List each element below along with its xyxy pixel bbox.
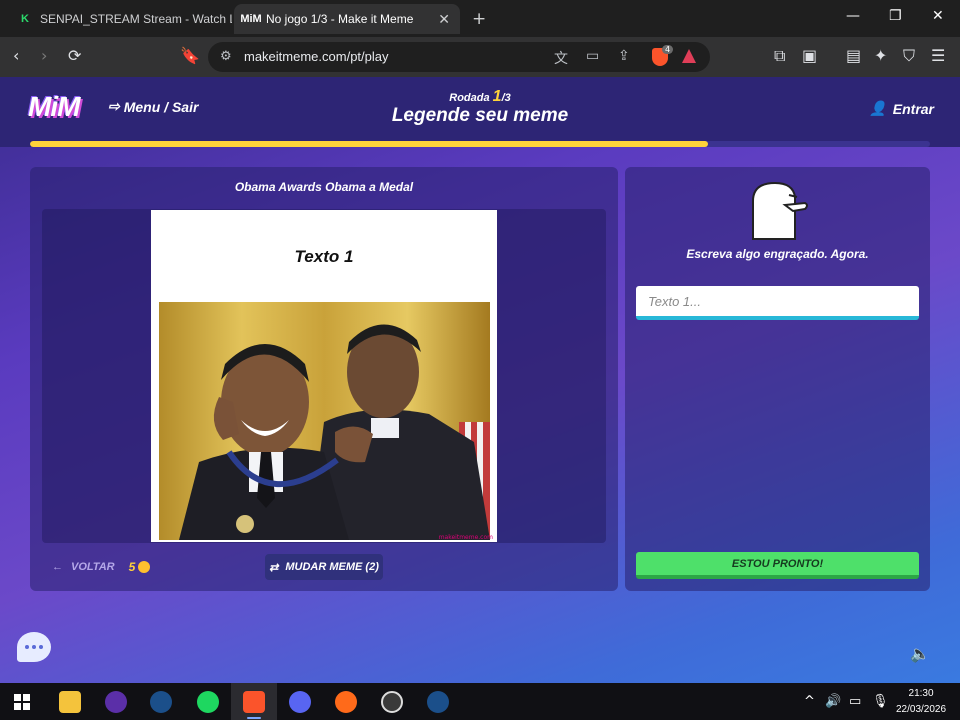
meme-panel: Obama Awards Obama a Medal Texto 1 makei… — [30, 167, 618, 591]
tab-make-it-meme[interactable]: MiM No jogo 1/3 - Make it Meme ✕ — [234, 4, 460, 34]
close-tab-icon[interactable]: ✕ — [438, 11, 450, 28]
round-timer-fill — [30, 141, 708, 147]
round-indicator: Rodada 1/3 — [0, 88, 960, 106]
meme-caption-text: Texto 1 — [294, 247, 354, 266]
round-total: /3 — [501, 92, 511, 104]
page-title: Legende seu meme — [391, 105, 569, 126]
reader-mode-icon[interactable]: ▣ — [802, 46, 817, 66]
brave-icon[interactable] — [243, 691, 265, 713]
windows-taskbar: ^ 🔊 ▭ 🎙 21:30 22/03/2026 — [0, 683, 960, 720]
app-icon[interactable] — [105, 691, 127, 713]
shield-count-badge: 4 — [662, 45, 674, 54]
round-current: 1 — [492, 88, 502, 105]
restore-icon[interactable]: ❐ — [889, 8, 902, 24]
site-settings-icon[interactable]: ⚙ — [220, 49, 232, 64]
extensions-icon[interactable]: ⧉ — [774, 46, 785, 66]
translate-icon[interactable]: 文 — [554, 48, 568, 68]
kick-k-icon: K — [21, 13, 29, 25]
chat-dot — [32, 645, 36, 649]
instruction-text: Escreva algo engraçado. Agora. — [686, 247, 869, 261]
back-label: VOLTAR — [71, 561, 115, 573]
share-icon[interactable]: ⇪ — [618, 48, 630, 64]
brave-rewards-icon[interactable] — [682, 49, 696, 63]
vpn-icon[interactable]: ⛉ — [903, 46, 915, 66]
caption-panel: Escreva algo engraçado. Agora. ESTOU PRO… — [625, 167, 930, 591]
new-tab-icon[interactable]: + — [472, 9, 486, 29]
hamburger-menu-icon[interactable]: ☰ — [931, 46, 945, 66]
meme-image — [159, 302, 490, 540]
tab-senpai-stream[interactable]: K SENPAI_STREAM Stream - Watch Live — [8, 4, 232, 34]
browser-toolbar: ‹ › ⟳ 🔖 ⚙ makeitmeme.com/pt/play 文 ▭ ⇪ 4… — [0, 37, 960, 77]
ghost-mascot-icon — [749, 179, 811, 245]
arrow-left-icon: ← — [52, 561, 63, 573]
back-button[interactable]: ← VOLTAR 5 — [52, 560, 151, 574]
round-label: Rodada — [449, 92, 490, 104]
bookmark-icon[interactable]: 🔖 — [180, 46, 200, 66]
active-indicator — [247, 717, 261, 719]
login-button[interactable]: 👤 Entrar — [869, 100, 934, 117]
back-arrow-icon[interactable]: ‹ — [13, 46, 19, 66]
clock-date: 22/03/2026 — [896, 704, 947, 715]
url-text: makeitmeme.com/pt/play — [244, 49, 389, 64]
coin-icon — [138, 561, 151, 573]
obs-icon[interactable] — [381, 691, 403, 713]
file-explorer-icon[interactable] — [59, 691, 81, 713]
game-header: MiM ⇨ Menu / Sair Rodada 1/3 Legende seu… — [0, 77, 960, 147]
volume-icon[interactable]: 🔊 — [825, 694, 841, 709]
speaker-muted-icon[interactable]: 🔈 — [910, 644, 930, 663]
windows-start-icon[interactable] — [14, 694, 30, 710]
discord-icon[interactable] — [289, 691, 311, 713]
tab-title: SENPAI_STREAM Stream - Watch Live — [40, 12, 232, 26]
leo-ai-icon[interactable]: ✦ — [874, 46, 887, 66]
reload-icon[interactable]: ⟳ — [68, 46, 81, 66]
chat-dot — [39, 645, 43, 649]
wallet-icon[interactable]: ▤ — [846, 46, 861, 66]
chat-dot — [25, 645, 29, 649]
cast-icon[interactable]: ▭ — [586, 48, 599, 64]
user-icon: 👤 — [869, 100, 887, 116]
browser-tab-bar: K SENPAI_STREAM Stream - Watch Live MiM … — [0, 0, 960, 37]
taskbar-clock[interactable]: 21:30 22/03/2026 — [896, 686, 946, 718]
caption-input[interactable] — [636, 286, 919, 320]
microphone-app-icon[interactable] — [335, 691, 357, 713]
meme-preview: Texto 1 makeitmeme.com — [151, 210, 497, 542]
spotify-icon[interactable] — [197, 691, 219, 713]
coin-counter: 5 — [129, 560, 151, 574]
minimize-icon[interactable]: — — [846, 8, 860, 24]
change-meme-label: MUDAR MEME (2) — [285, 561, 379, 573]
steam-icon[interactable] — [150, 691, 172, 713]
round-timer-bar — [30, 141, 930, 147]
game-page: MiM ⇨ Menu / Sair Rodada 1/3 Legende seu… — [0, 77, 960, 683]
meme-template-title: Obama Awards Obama a Medal — [234, 180, 414, 194]
login-label: Entrar — [892, 100, 934, 117]
chat-bubble-button[interactable] — [17, 632, 51, 662]
address-bar[interactable]: ⚙ makeitmeme.com/pt/play 文 ▭ ⇪ 4 — [208, 42, 710, 72]
tab-title: No jogo 1/3 - Make it Meme — [266, 12, 414, 26]
meme-stage: Texto 1 makeitmeme.com — [42, 209, 606, 543]
clock-time: 21:30 — [908, 688, 934, 699]
mim-icon: MiM — [240, 13, 262, 25]
window-close-icon[interactable]: ✕ — [932, 8, 944, 24]
network-icon[interactable]: ▭ — [849, 694, 861, 709]
ready-button[interactable]: ESTOU PRONTO! — [636, 552, 919, 579]
change-meme-button[interactable]: ⇄ MUDAR MEME (2) — [265, 554, 383, 580]
steam-icon-2[interactable] — [427, 691, 449, 713]
mic-tray-icon[interactable]: 🎙 — [872, 694, 889, 709]
tray-overflow-icon[interactable]: ^ — [804, 694, 815, 709]
meme-watermark: makeitmeme.com — [438, 534, 493, 541]
forward-arrow-icon[interactable]: › — [41, 46, 47, 66]
swap-icon: ⇄ — [269, 561, 279, 574]
coin-count: 5 — [128, 560, 136, 574]
